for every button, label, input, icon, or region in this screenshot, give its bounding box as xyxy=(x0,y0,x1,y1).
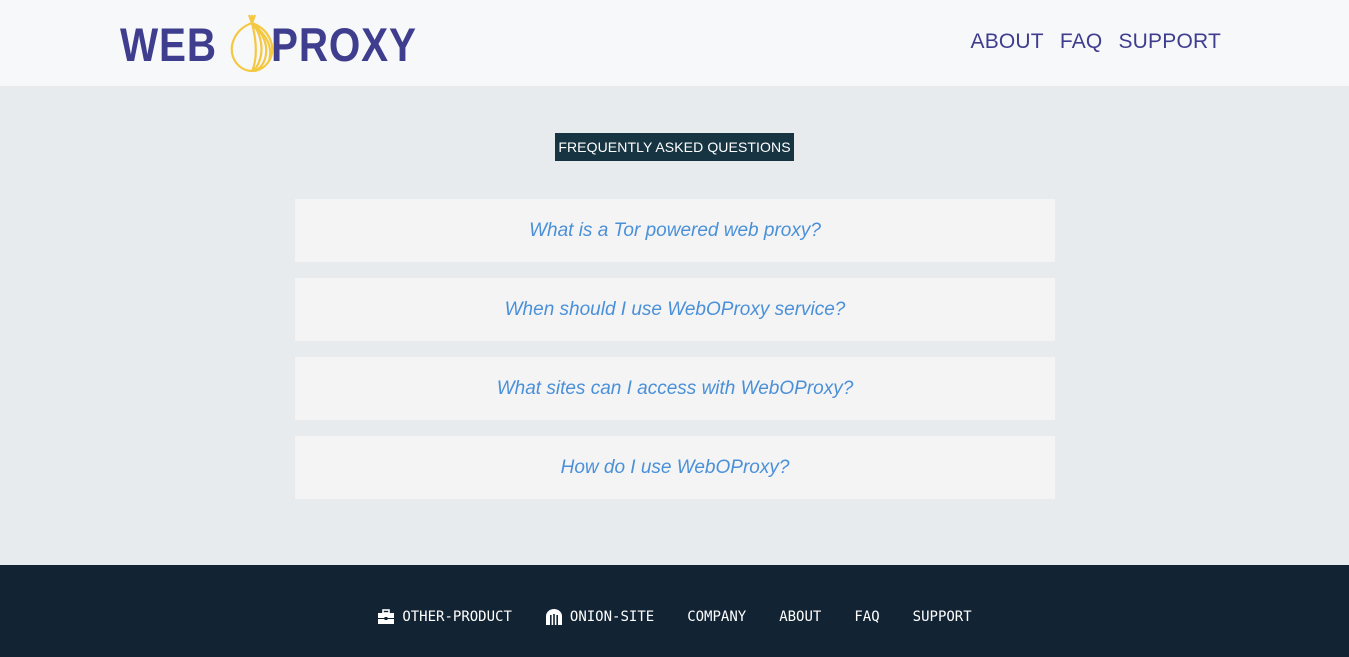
footer-support-link[interactable]: SUPPORT xyxy=(913,609,972,625)
footer-about-link[interactable]: ABOUT xyxy=(779,609,821,625)
footer-other-product-link[interactable]: OTHER-PRODUCT xyxy=(377,609,512,625)
nav-faq-link[interactable]: FAQ xyxy=(1060,30,1103,54)
toolbox-icon xyxy=(378,609,395,624)
site-footer: OTHER-PRODUCT ONION-SITE COMPANY ABOUT F… xyxy=(0,565,1349,657)
dungeon-icon xyxy=(545,609,562,625)
faq-question-text: What is a Tor powered web proxy? xyxy=(529,219,821,241)
logo-text-proxy: PROXY xyxy=(270,17,417,71)
main-nav: ABOUT FAQ SUPPORT xyxy=(970,30,1221,54)
logo[interactable]: WEB PROXY xyxy=(120,14,440,74)
footer-faq-link[interactable]: FAQ xyxy=(854,609,879,625)
footer-link-label: OTHER-PRODUCT xyxy=(402,609,512,625)
footer-company-link[interactable]: COMPANY xyxy=(687,609,746,625)
logo-text-web: WEB xyxy=(120,17,217,71)
faq-section-title: FREQUENTLY ASKED QUESTIONS xyxy=(555,133,794,161)
faq-list: What is a Tor powered web proxy? When sh… xyxy=(295,199,1055,515)
footer-links: OTHER-PRODUCT ONION-SITE COMPANY ABOUT F… xyxy=(0,609,1349,625)
faq-question-item[interactable]: How do I use WebOProxy? xyxy=(295,436,1055,499)
nav-about-link[interactable]: ABOUT xyxy=(970,30,1043,54)
faq-question-text: When should I use WebOProxy service? xyxy=(504,298,846,320)
faq-question-item[interactable]: What is a Tor powered web proxy? xyxy=(295,199,1055,262)
footer-link-label: ONION-SITE xyxy=(569,609,655,625)
nav-support-link[interactable]: SUPPORT xyxy=(1118,30,1221,54)
footer-onion-site-link[interactable]: ONION-SITE xyxy=(545,609,654,625)
faq-question-item[interactable]: When should I use WebOProxy service? xyxy=(295,278,1055,341)
faq-question-text: How do I use WebOProxy? xyxy=(560,456,790,478)
faq-question-item[interactable]: What sites can I access with WebOProxy? xyxy=(295,357,1055,420)
site-header: WEB PROXY ABOUT FAQ SUPPORT xyxy=(0,0,1349,86)
faq-question-text: What sites can I access with WebOProxy? xyxy=(496,377,854,399)
